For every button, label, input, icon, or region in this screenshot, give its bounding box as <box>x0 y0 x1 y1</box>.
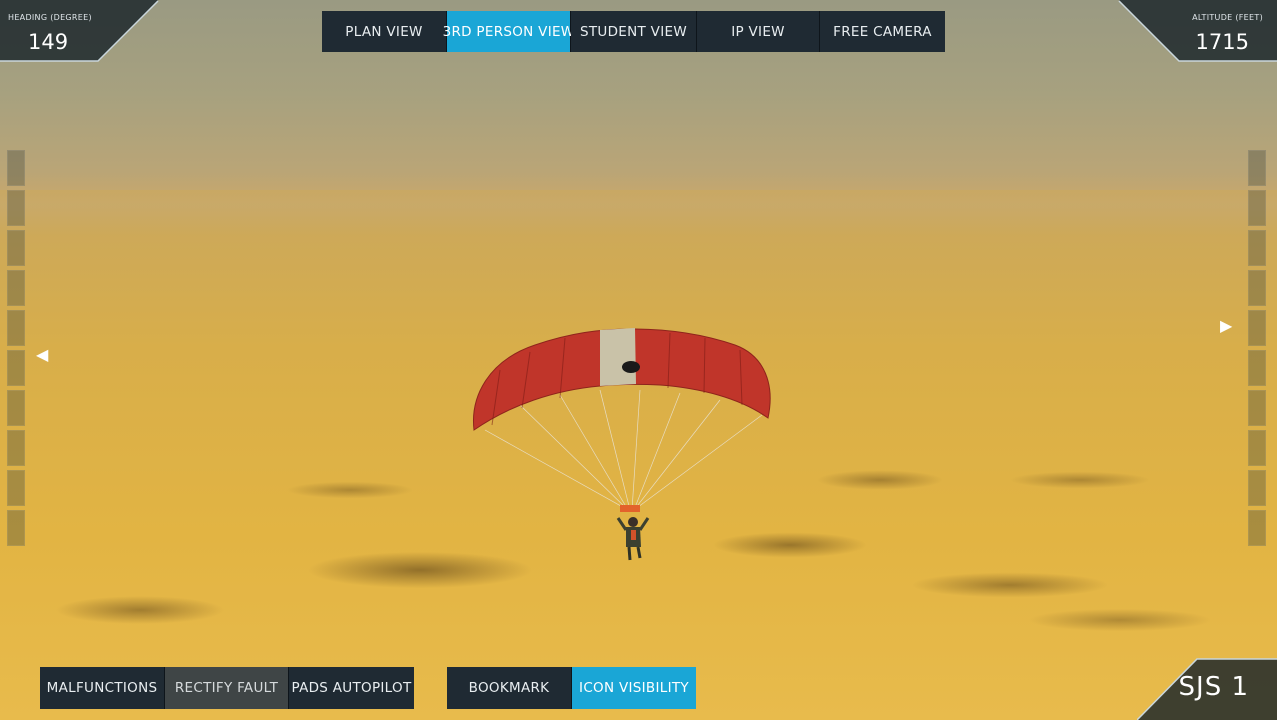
simulator-id-panel: SJS 1 <box>1137 658 1277 720</box>
tab-ip-view[interactable]: IP VIEW <box>697 11 820 52</box>
tab-student-view[interactable]: STUDENT VIEW <box>571 11 697 52</box>
bookmark-label: BOOKMARK <box>468 680 550 696</box>
altitude-readout: ALTITUDE (FEET) 1715 <box>1117 0 1277 62</box>
simulator-id: SJS 1 <box>1178 672 1249 702</box>
icon-visibility-button[interactable]: ICON VISIBILITY <box>572 667 696 709</box>
altitude-label: ALTITUDE (FEET) <box>1192 13 1263 22</box>
gauge-segment <box>1248 230 1266 266</box>
tab-3rd-person-view-label: 3RD PERSON VIEW <box>442 23 575 40</box>
gauge-segment <box>1248 510 1266 546</box>
gauge-segment <box>1248 350 1266 386</box>
left-gauge <box>7 150 25 550</box>
gauge-segment <box>1248 310 1266 346</box>
view-controls: BOOKMARK ICON VISIBILITY <box>447 667 696 709</box>
heading-value: 149 <box>28 30 69 54</box>
rectify-fault-button[interactable]: RECTIFY FAULT <box>165 667 289 709</box>
tab-free-camera[interactable]: FREE CAMERA <box>820 11 945 52</box>
malfunctions-button[interactable]: MALFUNCTIONS <box>40 667 165 709</box>
tab-plan-view[interactable]: PLAN VIEW <box>322 11 447 52</box>
parachutist <box>473 328 771 561</box>
pads-autopilot-label: PADS AUTOPILOT <box>291 680 412 696</box>
malfunctions-label: MALFUNCTIONS <box>46 680 158 696</box>
right-arrow-icon[interactable]: ▶ <box>1220 318 1232 334</box>
gauge-segment <box>1248 150 1266 186</box>
tab-3rd-person-view[interactable]: 3RD PERSON VIEW <box>443 11 574 52</box>
gauge-segment <box>7 270 25 306</box>
gauge-segment <box>1248 430 1266 466</box>
gauge-segment <box>7 430 25 466</box>
gauge-segment <box>1248 270 1266 306</box>
gauge-segment <box>7 350 25 386</box>
rectify-fault-label: RECTIFY FAULT <box>174 680 279 696</box>
gauge-segment <box>7 470 25 506</box>
gauge-segment <box>7 390 25 426</box>
instructor-controls: MALFUNCTIONS RECTIFY FAULT PADS AUTOPILO… <box>40 667 414 709</box>
gauge-segment <box>7 230 25 266</box>
gauge-segment <box>1248 390 1266 426</box>
tab-free-camera-label: FREE CAMERA <box>833 23 932 40</box>
heading-label: HEADING (DEGREE) <box>8 13 92 22</box>
gauge-segment <box>1248 470 1266 506</box>
3d-scene-viewport <box>0 0 1277 720</box>
heading-panel-frame <box>0 0 159 62</box>
tab-plan-view-label: PLAN VIEW <box>345 23 423 40</box>
heading-readout: HEADING (DEGREE) 149 <box>0 0 160 62</box>
left-arrow-icon[interactable]: ◀ <box>36 347 48 363</box>
tab-student-view-label: STUDENT VIEW <box>580 23 687 40</box>
gauge-segment <box>7 310 25 346</box>
camera-view-tabs: PLAN VIEW 3RD PERSON VIEW STUDENT VIEW I… <box>322 11 945 52</box>
altitude-value: 1715 <box>1195 30 1249 54</box>
bookmark-button[interactable]: BOOKMARK <box>447 667 572 709</box>
gauge-segment <box>1248 190 1266 226</box>
gauge-segment <box>7 150 25 186</box>
pads-autopilot-button[interactable]: PADS AUTOPILOT <box>289 667 414 709</box>
tab-ip-view-label: IP VIEW <box>731 23 785 40</box>
gauge-segment <box>7 510 25 546</box>
gauge-segment <box>7 190 25 226</box>
right-gauge <box>1248 150 1266 550</box>
icon-visibility-label: ICON VISIBILITY <box>579 680 689 696</box>
